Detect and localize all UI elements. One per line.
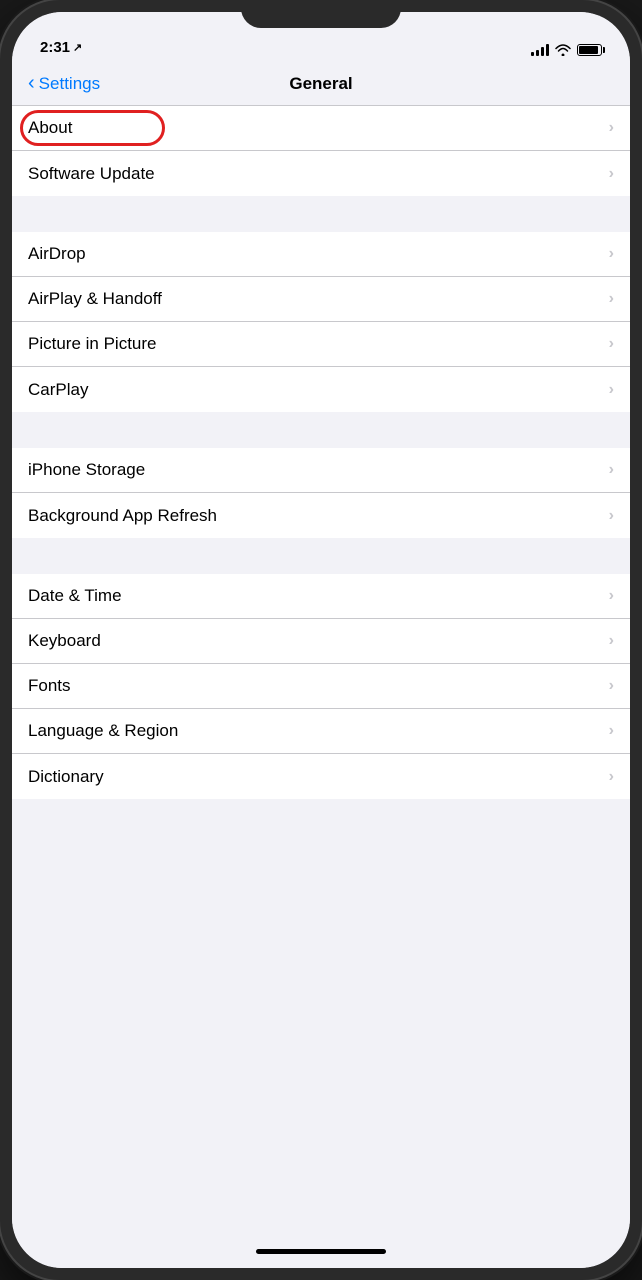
language-region-label: Language & Region xyxy=(28,721,178,741)
fonts-label: Fonts xyxy=(28,676,71,696)
list-group-3: iPhone Storage › Background App Refresh … xyxy=(12,448,630,538)
list-item-picture-in-picture[interactable]: Picture in Picture › xyxy=(12,322,630,367)
about-label: About xyxy=(28,118,72,138)
list-item-airdrop[interactable]: AirDrop › xyxy=(12,232,630,277)
picture-in-picture-label: Picture in Picture xyxy=(28,334,157,354)
keyboard-label: Keyboard xyxy=(28,631,101,651)
list-item-language-region[interactable]: Language & Region › xyxy=(12,709,630,754)
wifi-icon xyxy=(555,44,571,56)
date-time-chevron-icon: › xyxy=(609,587,614,605)
list-item-keyboard[interactable]: Keyboard › xyxy=(12,619,630,664)
list-item-software-update[interactable]: Software Update › xyxy=(12,151,630,196)
section-group-1: About › Software Update › xyxy=(12,106,630,196)
fonts-chevron-icon: › xyxy=(609,677,614,695)
airdrop-chevron-icon: › xyxy=(609,245,614,263)
separator-3 xyxy=(12,538,630,574)
list-item-dictionary[interactable]: Dictionary › xyxy=(12,754,630,799)
section-group-3: iPhone Storage › Background App Refresh … xyxy=(12,448,630,538)
airdrop-label: AirDrop xyxy=(28,244,86,264)
software-update-chevron-icon: › xyxy=(609,165,614,183)
airplay-handoff-chevron-icon: › xyxy=(609,290,614,308)
dictionary-label: Dictionary xyxy=(28,767,104,787)
date-time-label: Date & Time xyxy=(28,586,122,606)
list-group-2: AirDrop › AirPlay & Handoff › Picture in… xyxy=(12,232,630,412)
page-title: General xyxy=(289,74,352,94)
carplay-chevron-icon: › xyxy=(609,381,614,399)
iphone-storage-label: iPhone Storage xyxy=(28,460,145,480)
separator-1 xyxy=(12,196,630,232)
section-group-4: Date & Time › Keyboard › Fonts › Languag… xyxy=(12,574,630,799)
battery-icon xyxy=(577,44,602,56)
signal-bar-3 xyxy=(541,47,544,56)
list-item-about[interactable]: About › xyxy=(12,106,630,151)
signal-bar-2 xyxy=(536,50,539,56)
nav-bar: ‹ Settings General xyxy=(12,62,630,106)
dictionary-chevron-icon: › xyxy=(609,768,614,786)
list-item-background-app-refresh[interactable]: Background App Refresh › xyxy=(12,493,630,538)
language-region-chevron-icon: › xyxy=(609,722,614,740)
back-label: Settings xyxy=(39,74,100,94)
bottom-padding xyxy=(12,799,630,819)
airplay-handoff-label: AirPlay & Handoff xyxy=(28,289,162,309)
list-item-date-time[interactable]: Date & Time › xyxy=(12,574,630,619)
phone-frame: 2:31 ↗ xyxy=(0,0,642,1280)
list-item-airplay-handoff[interactable]: AirPlay & Handoff › xyxy=(12,277,630,322)
battery-fill xyxy=(579,46,598,54)
keyboard-chevron-icon: › xyxy=(609,632,614,650)
time-display: 2:31 xyxy=(40,39,70,56)
background-app-refresh-chevron-icon: › xyxy=(609,507,614,525)
about-chevron-icon: › xyxy=(609,119,614,137)
location-icon: ↗ xyxy=(73,41,82,54)
list-item-carplay[interactable]: CarPlay › xyxy=(12,367,630,412)
list-item-fonts[interactable]: Fonts › xyxy=(12,664,630,709)
picture-in-picture-chevron-icon: › xyxy=(609,335,614,353)
carplay-label: CarPlay xyxy=(28,380,88,400)
screen: 2:31 ↗ xyxy=(12,12,630,1268)
status-icons xyxy=(531,44,602,56)
signal-bar-4 xyxy=(546,44,549,56)
separator-2 xyxy=(12,412,630,448)
list-group-1: About › Software Update › xyxy=(12,106,630,196)
back-chevron-icon: ‹ xyxy=(28,73,35,93)
home-indicator[interactable] xyxy=(12,1234,630,1268)
list-group-4: Date & Time › Keyboard › Fonts › Languag… xyxy=(12,574,630,799)
iphone-storage-chevron-icon: › xyxy=(609,461,614,479)
status-time: 2:31 ↗ xyxy=(40,39,82,56)
content-area: About › Software Update › AirDrop › xyxy=(12,106,630,1234)
notch xyxy=(241,0,401,28)
list-item-iphone-storage[interactable]: iPhone Storage › xyxy=(12,448,630,493)
section-group-2: AirDrop › AirPlay & Handoff › Picture in… xyxy=(12,232,630,412)
signal-bars xyxy=(531,44,549,56)
background-app-refresh-label: Background App Refresh xyxy=(28,506,217,526)
home-bar xyxy=(256,1249,386,1254)
signal-bar-1 xyxy=(531,52,534,56)
back-button[interactable]: ‹ Settings xyxy=(28,74,100,94)
software-update-label: Software Update xyxy=(28,164,155,184)
